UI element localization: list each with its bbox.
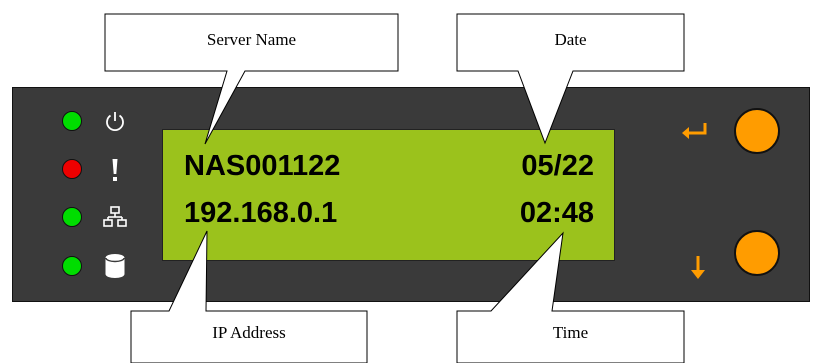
callout-label-date: Date bbox=[554, 30, 587, 49]
callout-label-ip-address: IP Address bbox=[212, 323, 286, 342]
callout-label-server-name: Server Name bbox=[206, 30, 297, 49]
callout-ip-address bbox=[130, 230, 368, 363]
callouts-layer bbox=[104, 13, 685, 363]
callout-label-time: Time bbox=[552, 323, 589, 342]
nas-front-panel-diagram: NAS001122 05/22 192.168.0.1 02:48 Server… bbox=[0, 0, 818, 363]
callout-time bbox=[456, 231, 685, 363]
